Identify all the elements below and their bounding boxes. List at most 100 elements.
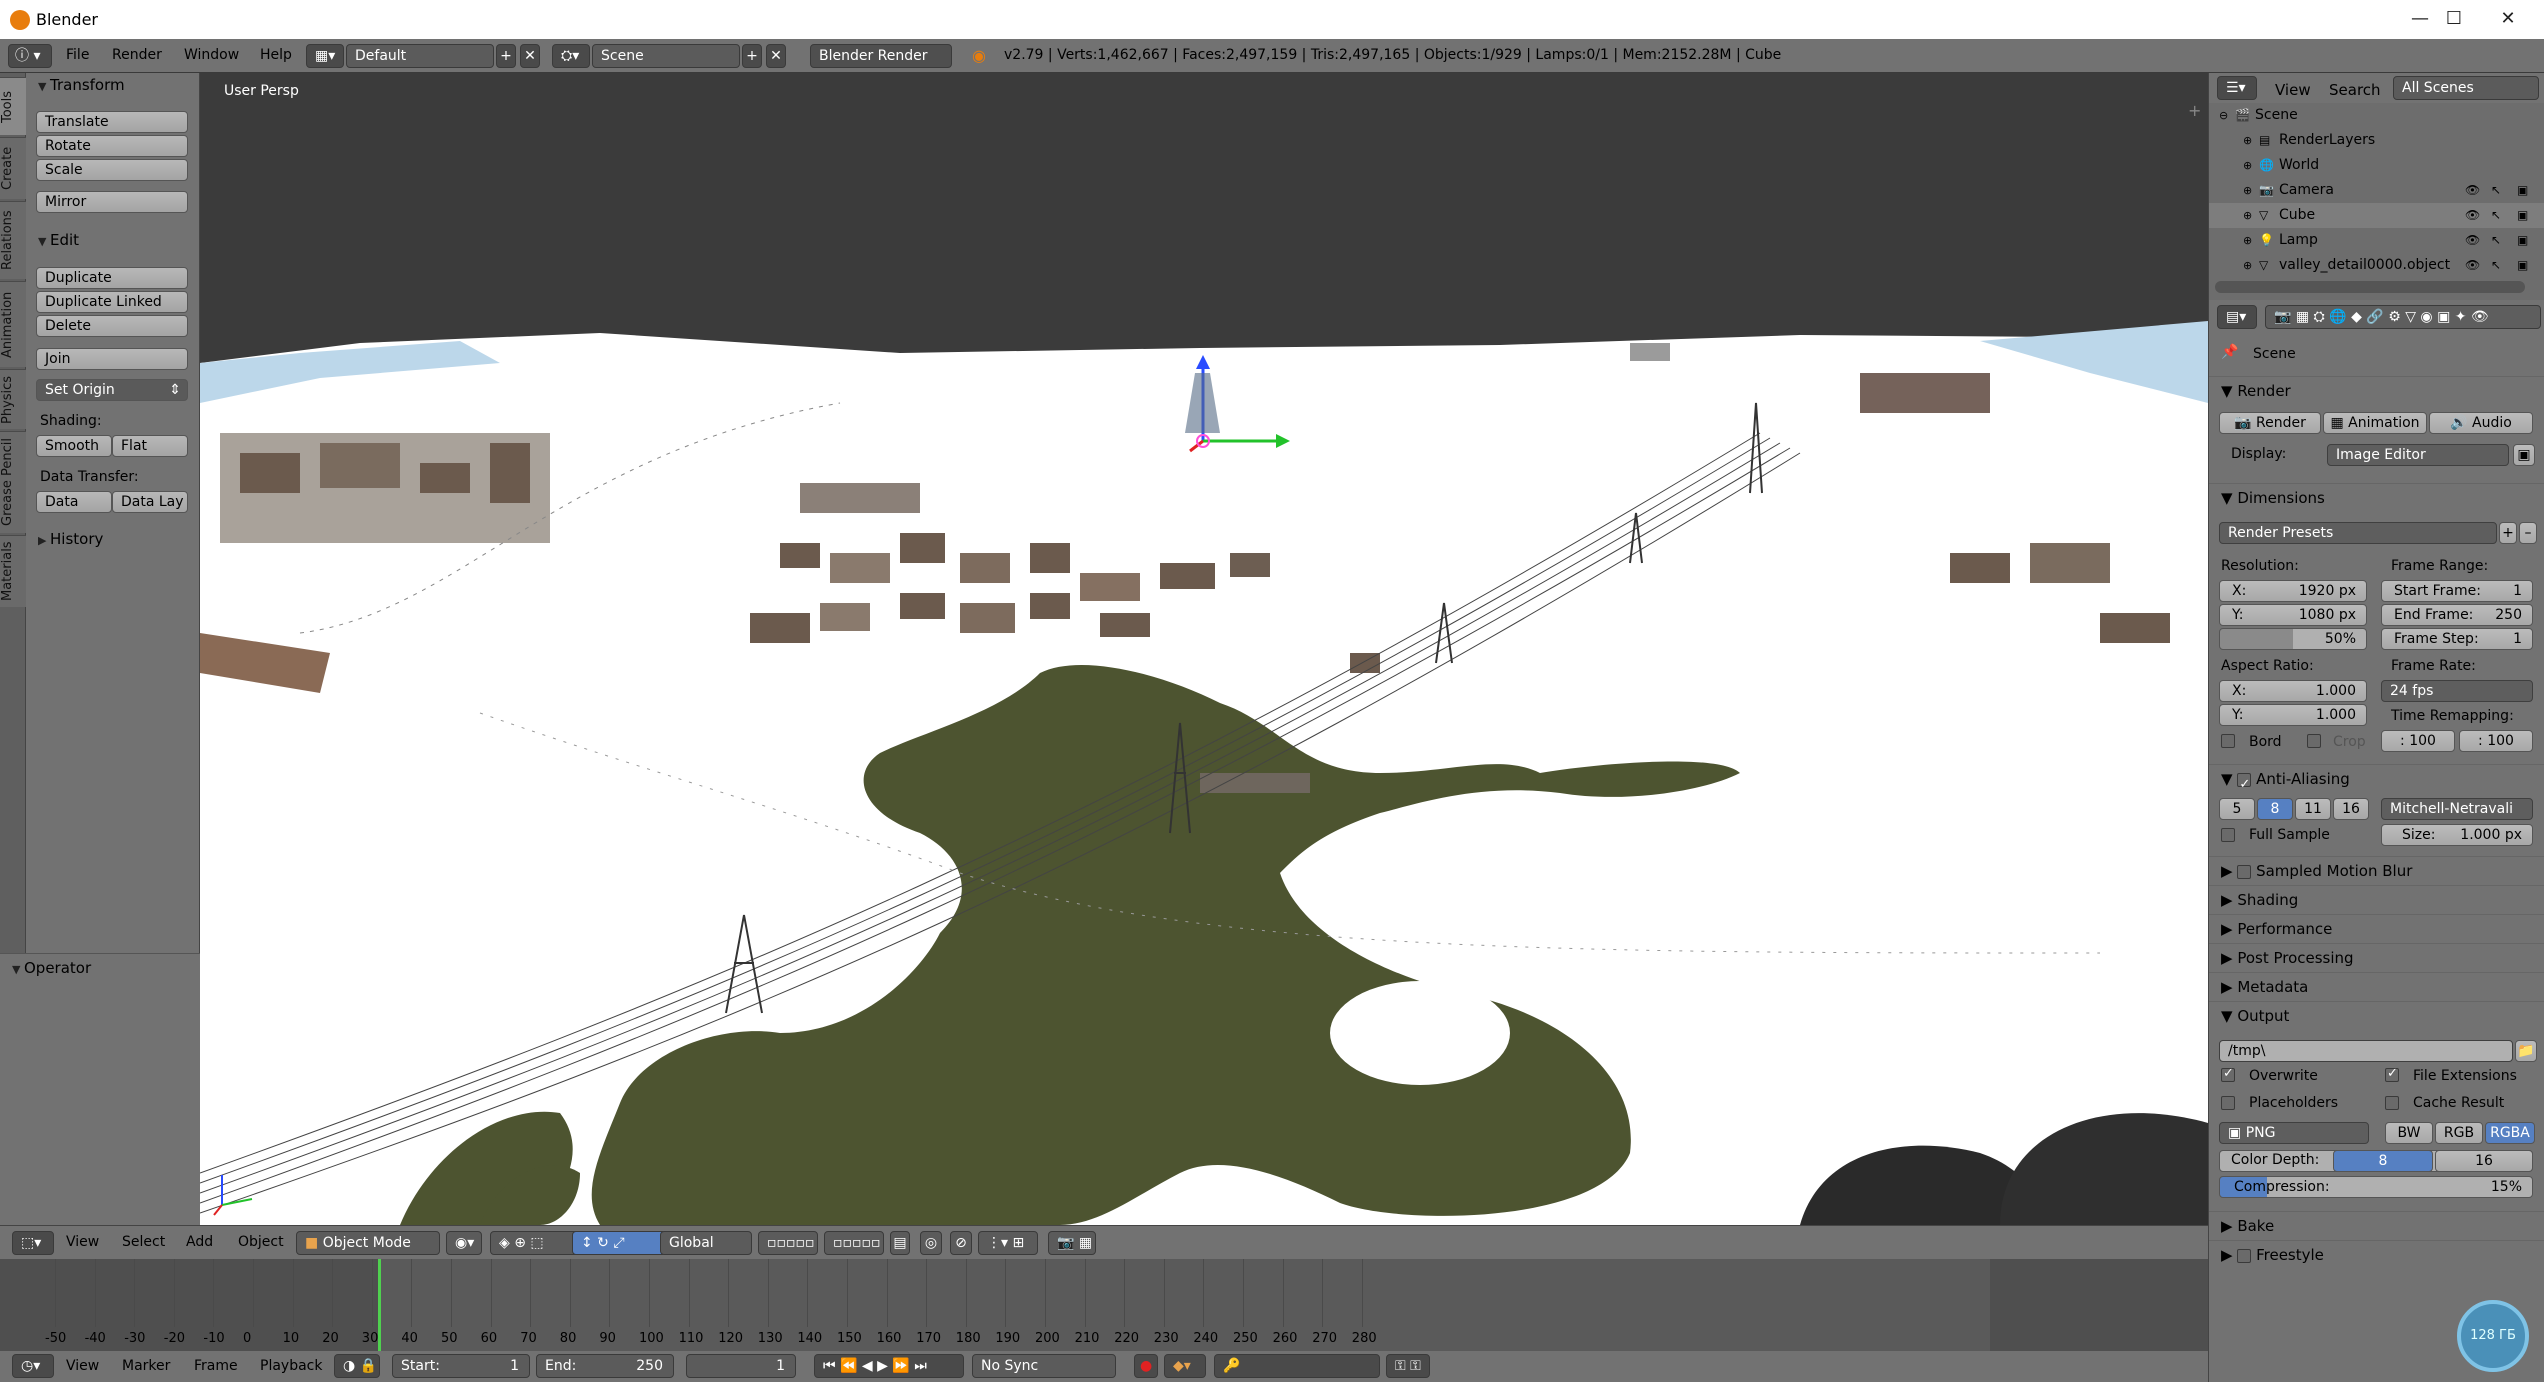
- translate-button[interactable]: Translate: [36, 111, 188, 133]
- expand-toggle-icon[interactable]: ⊕: [2243, 253, 2252, 278]
- outliner-row-lamp[interactable]: ⊕ 💡 Lamp 👁 ↖ ▣: [2209, 228, 2544, 253]
- color-mode-bw[interactable]: BW: [2385, 1122, 2433, 1144]
- menu-file[interactable]: File: [66, 47, 89, 63]
- outliner-display-mode[interactable]: All Scenes: [2393, 76, 2539, 100]
- set-origin-dropdown[interactable]: Set Origin ⇕: [36, 379, 188, 401]
- tab-tools[interactable]: Tools: [0, 77, 26, 135]
- tab-relations[interactable]: Relations: [0, 201, 26, 279]
- aa-samples-8[interactable]: 8: [2257, 798, 2293, 820]
- add-preset-icon[interactable]: +: [2499, 522, 2517, 544]
- outliner-row-valley-detail0000-object[interactable]: ⊕ ▽ valley_detail0000.object 👁 ↖ ▣: [2209, 253, 2544, 278]
- layout-grid-icon[interactable]: ▦▾: [306, 44, 344, 68]
- overwrite-checkbox[interactable]: [2221, 1066, 2235, 1082]
- tab-materials[interactable]: Materials: [0, 535, 26, 607]
- duplicate-linked-button[interactable]: Duplicate Linked: [36, 291, 188, 313]
- color-mode-rgb[interactable]: RGB: [2435, 1122, 2483, 1144]
- expand-toggle-icon[interactable]: ⊕: [2243, 153, 2252, 178]
- cursor-select-icon[interactable]: ↖: [2491, 203, 2501, 228]
- remove-scene-icon[interactable]: ✕: [766, 44, 786, 68]
- full-sample-checkbox[interactable]: [2221, 828, 2235, 842]
- current-frame-field[interactable]: 1: [686, 1354, 796, 1378]
- render-animation-button[interactable]: ▦ Animation: [2323, 412, 2427, 434]
- scale-button[interactable]: Scale: [36, 159, 188, 181]
- layers-grid-a[interactable]: ▫▫▫▫▫: [758, 1231, 818, 1255]
- scene-selector[interactable]: Scene: [592, 44, 740, 68]
- menu-render[interactable]: Render: [112, 47, 162, 63]
- file-extensions-checkbox[interactable]: [2385, 1066, 2399, 1082]
- metadata-panel-header[interactable]: ▶ Metadata: [2209, 972, 2544, 1000]
- display-extra-icon[interactable]: ▣: [2513, 444, 2535, 466]
- render-presets-selector[interactable]: Render Presets: [2219, 522, 2497, 544]
- sync-mode-selector[interactable]: No Sync: [972, 1354, 1116, 1378]
- operator-panel-header[interactable]: ▼ Operator: [0, 956, 200, 980]
- resolution-percentage-slider[interactable]: 50%: [2219, 628, 2367, 650]
- tab-grease-pencil[interactable]: Grease Pencil: [0, 431, 26, 533]
- 3d-viewport[interactable]: User Persp +: [200, 73, 2208, 1225]
- insert-delete-keyframe-icons[interactable]: ⚿ ⚿: [1386, 1354, 1430, 1378]
- output-path-field[interactable]: /tmp\: [2219, 1040, 2513, 1062]
- editor-type-info-icon[interactable]: ⓘ ▾: [8, 44, 52, 68]
- tab-animation[interactable]: Animation: [0, 281, 26, 367]
- pin-icon[interactable]: 📌: [2221, 344, 2238, 360]
- add-scene-icon[interactable]: +: [742, 44, 762, 68]
- menu-view[interactable]: View: [66, 1234, 99, 1250]
- properties-context-tabs[interactable]: 📷 ▦ ⛭ 🌐 ◆ 🔗 ⚙ ▽ ◉ ▣ ✦ 👁: [2265, 305, 2541, 329]
- shade-flat-button[interactable]: Flat: [112, 435, 188, 457]
- menu-object[interactable]: Object: [238, 1234, 284, 1250]
- remove-preset-icon[interactable]: –: [2519, 522, 2537, 544]
- file-format-selector[interactable]: ▣ PNG: [2219, 1122, 2369, 1144]
- render-camera-icon[interactable]: ▣: [2517, 228, 2528, 253]
- browse-folder-icon[interactable]: 📁: [2515, 1040, 2537, 1062]
- performance-panel-header[interactable]: ▶ Performance: [2209, 914, 2544, 942]
- close-button[interactable]: ✕: [2488, 6, 2528, 32]
- eye-icon[interactable]: 👁: [2465, 228, 2480, 253]
- duplicate-button[interactable]: Duplicate: [36, 267, 188, 289]
- menu-playback[interactable]: Playback: [260, 1358, 322, 1374]
- eye-icon[interactable]: 👁: [2465, 203, 2480, 228]
- render-panel-header[interactable]: ▼ Render: [2209, 376, 2544, 404]
- start-frame-field[interactable]: Start: 1: [392, 1354, 530, 1378]
- compression-slider[interactable]: Compression: 15%: [2219, 1176, 2533, 1198]
- snap-element-selector[interactable]: ⋮▾ ⊞: [978, 1231, 1038, 1255]
- editor-type-properties-icon[interactable]: ▤▾: [2217, 305, 2257, 329]
- display-selector[interactable]: Image Editor: [2327, 444, 2509, 466]
- render-image-button[interactable]: 📷 Render: [2219, 412, 2321, 434]
- menu-select[interactable]: Select: [122, 1234, 165, 1250]
- post-processing-panel-header[interactable]: ▶ Post Processing: [2209, 943, 2544, 971]
- outliner-scrollbar[interactable]: [2215, 281, 2525, 293]
- frame-rate-selector[interactable]: 24 fps: [2381, 680, 2533, 702]
- frame-step-property[interactable]: Frame Step: 1: [2381, 628, 2533, 650]
- pivot-snap-icons[interactable]: ◈ ⊕ ⬚: [490, 1231, 580, 1255]
- transform-panel-header[interactable]: ▼ Transform: [26, 73, 200, 97]
- viewport-add-region-icon[interactable]: +: [2188, 101, 2201, 120]
- color-mode-rgba[interactable]: RGBA: [2485, 1122, 2535, 1144]
- cache-result-checkbox[interactable]: [2385, 1096, 2399, 1110]
- maximize-button[interactable]: ☐: [2434, 6, 2474, 32]
- menu-help[interactable]: Help: [260, 47, 292, 63]
- output-panel-header[interactable]: ▼ Output: [2209, 1001, 2544, 1029]
- outliner-menu-search[interactable]: Search: [2329, 81, 2381, 99]
- proportional-edit-icon[interactable]: ◎: [920, 1231, 942, 1255]
- menu-marker[interactable]: Marker: [122, 1358, 170, 1374]
- playback-controls[interactable]: ⏮ ⏪ ◀ ▶ ⏩ ⏭: [814, 1354, 964, 1378]
- history-panel-header[interactable]: ▶ History: [26, 527, 200, 551]
- edit-panel-header[interactable]: ▼ Edit: [26, 228, 200, 252]
- viewport-shading-selector[interactable]: ◉▾: [446, 1231, 482, 1255]
- render-audio-button[interactable]: 🔊 Audio: [2429, 412, 2533, 434]
- data-transfer-button[interactable]: Data: [36, 491, 112, 513]
- render-preview-icons[interactable]: 📷 ▦: [1048, 1231, 1096, 1255]
- transform-orientation-selector[interactable]: Global: [660, 1231, 752, 1255]
- tab-create[interactable]: Create: [0, 137, 26, 199]
- menu-window[interactable]: Window: [184, 47, 239, 63]
- layer-lock-icon[interactable]: ▤: [890, 1231, 910, 1255]
- cursor-select-icon[interactable]: ↖: [2491, 228, 2501, 253]
- editor-type-outliner-icon[interactable]: ☰▾: [2217, 76, 2257, 100]
- scene-icon[interactable]: ⛭▾: [552, 44, 590, 68]
- mirror-button[interactable]: Mirror: [36, 191, 188, 213]
- preview-range-icons[interactable]: ◑ 🔒: [334, 1354, 380, 1378]
- tab-physics[interactable]: Physics: [0, 369, 26, 429]
- delete-button[interactable]: Delete: [36, 315, 188, 337]
- freestyle-checkbox[interactable]: [2237, 1248, 2252, 1263]
- snap-toggle-icon[interactable]: ⊘: [950, 1231, 972, 1255]
- placeholders-checkbox[interactable]: [2221, 1096, 2235, 1110]
